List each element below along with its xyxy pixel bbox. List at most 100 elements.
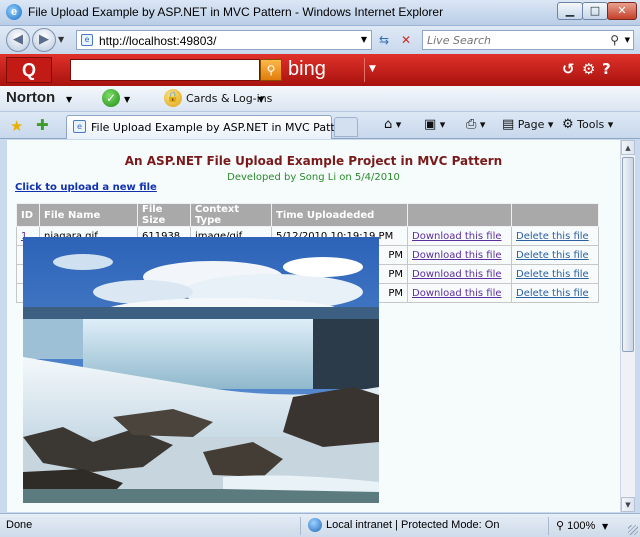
zoom-magnifier-icon: ⚲ [556, 520, 565, 532]
page-menu[interactable]: ▤ Page ▾ [502, 117, 553, 132]
live-search-box[interactable]: ⚲ ▼ [422, 30, 634, 50]
url-text[interactable]: http://localhost:49803/ [99, 34, 216, 48]
column-header-file-name: File Name [39, 203, 138, 227]
url-dropdown-icon[interactable]: ▼ [361, 35, 367, 44]
bing-search-input[interactable] [70, 59, 260, 81]
page-content: An ASP.NET File Upload Example Project i… [7, 140, 620, 512]
norton-dropdown-icon[interactable]: ▼ [66, 95, 72, 104]
home-icon: ⌂ [384, 117, 393, 132]
q-logo-icon[interactable]: Q [6, 57, 52, 83]
back-history-icon[interactable]: ↺ [562, 60, 575, 78]
delete-file-link[interactable]: Delete this file [516, 288, 589, 299]
scroll-down-arrow-icon[interactable]: ▼ [621, 497, 635, 512]
back-arrow-icon: ◀ [13, 32, 23, 47]
recent-pages-dropdown[interactable]: ▼ [58, 35, 64, 44]
download-file-link[interactable]: Download this file [412, 288, 502, 299]
resize-grip-icon[interactable] [628, 525, 638, 535]
bing-logo: bing [288, 58, 326, 80]
forward-button[interactable]: ▶ [32, 28, 56, 52]
address-bar: ◀ ▶ ▼ e http://localhost:49803/ ▼ ⇆ ✕ ⚲ … [0, 26, 640, 54]
tools-menu-label: Tools [577, 118, 605, 131]
cell-delete: Delete this file [511, 283, 599, 303]
tab-bar: ★ ✚ e File Upload Example by ASP.NET in … [0, 112, 640, 139]
column-header-file-size: File Size [137, 203, 191, 227]
status-bar: Done Local intranet | Protected Mode: On… [0, 513, 640, 537]
cell-delete: Delete this file [511, 245, 599, 265]
refresh-button[interactable]: ⇆ [374, 31, 394, 49]
back-button[interactable]: ◀ [6, 28, 30, 52]
download-file-link[interactable]: Download this file [412, 250, 502, 261]
stop-button[interactable]: ✕ [396, 31, 416, 49]
refresh-icon: ⇆ [378, 33, 390, 47]
cards-dropdown-icon[interactable]: ▼ [258, 95, 264, 104]
search-icon: ⚲ [266, 63, 276, 77]
cell-download: Download this file [407, 245, 512, 265]
page-icon: e [73, 120, 86, 133]
column-header-time-uploaded: Time Uploadeded [271, 203, 408, 227]
bing-toolbar: Q ⚲ bing ▼ ↺ ⚙ ? [0, 54, 640, 86]
print-button[interactable]: ⎙ ▾ [466, 117, 485, 132]
status-separator [300, 517, 301, 535]
column-header-download [407, 203, 512, 227]
favorites-star-icon[interactable]: ★ [10, 117, 23, 135]
download-file-link[interactable]: Download this file [412, 231, 502, 242]
search-options-dropdown[interactable]: ▼ [625, 36, 630, 44]
gear-icon: ⚙ [562, 117, 574, 132]
feeds-button[interactable]: ▣ ▾ [424, 117, 445, 132]
new-tab-button[interactable] [334, 117, 358, 137]
delete-file-link[interactable]: Delete this file [516, 250, 589, 261]
window-frame-left [0, 139, 7, 513]
delete-file-link[interactable]: Delete this file [516, 231, 589, 242]
cell-delete: Delete this file [511, 264, 599, 284]
norton-toolbar: Norton ▼ ✓ ▼ 🔒 Cards & Log-ins ▼ [0, 86, 640, 112]
upload-new-file-link[interactable]: Click to upload a new file [15, 182, 157, 193]
add-favorites-icon[interactable]: ✚ [36, 116, 49, 134]
vertical-scrollbar[interactable]: ▲ ▼ [620, 140, 635, 512]
close-button[interactable]: ✕ [607, 2, 637, 20]
home-button[interactable]: ⌂ ▾ [384, 117, 401, 132]
maximize-button[interactable]: □ [582, 2, 608, 20]
status-text: Done [6, 519, 33, 531]
cell-delete: Delete this file [511, 226, 599, 246]
stop-icon: ✕ [400, 33, 412, 47]
safe-web-dropdown-icon[interactable]: ▼ [124, 95, 130, 104]
tools-menu[interactable]: ⚙ Tools ▾ [562, 117, 613, 132]
bing-search-button[interactable]: ⚲ [260, 59, 282, 81]
search-input[interactable] [427, 33, 597, 48]
page-icon: e [81, 34, 93, 46]
niagara-image-preview [23, 237, 379, 503]
internet-explorer-icon: e [6, 4, 22, 20]
waterfall-photo [23, 237, 379, 503]
url-field[interactable]: e http://localhost:49803/ ▼ [76, 30, 372, 50]
gear-icon[interactable]: ⚙ [582, 60, 595, 78]
table-header-row: ID File Name File Size Context Type Time… [16, 203, 599, 227]
cell-download: Download this file [407, 264, 512, 284]
title-bar: e File Upload Example by ASP.NET in MVC … [0, 0, 640, 26]
bing-options-dropdown[interactable]: ▼ [364, 58, 380, 82]
window-title: File Upload Example by ASP.NET in MVC Pa… [28, 5, 444, 19]
cell-download: Download this file [407, 226, 512, 246]
rss-feed-icon: ▣ [424, 117, 437, 132]
security-zone-text[interactable]: Local intranet | Protected Mode: On [326, 519, 499, 531]
norton-menu[interactable]: Norton [6, 89, 55, 106]
zoom-level[interactable]: ⚲ 100% [556, 519, 595, 532]
tab-file-upload-example[interactable]: e File Upload Example by ASP.NET in MVC … [66, 115, 353, 139]
download-file-link[interactable]: Download this file [412, 269, 502, 280]
safe-web-check-icon[interactable]: ✓ [102, 89, 120, 107]
delete-file-link[interactable]: Delete this file [516, 269, 589, 280]
help-icon[interactable]: ? [602, 60, 611, 78]
zoom-value: 100% [567, 520, 596, 532]
scrollbar-thumb[interactable] [622, 157, 634, 352]
minimize-button[interactable]: ▁ [557, 2, 583, 20]
page-title: An ASP.NET File Upload Example Project i… [124, 154, 503, 168]
tab-label: File Upload Example by ASP.NET in MVC Pa… [91, 121, 353, 134]
intranet-globe-icon [308, 518, 322, 532]
search-icon[interactable]: ⚲ [610, 33, 619, 47]
lock-icon: 🔒 [164, 89, 182, 107]
printer-icon: ⎙ [466, 117, 477, 132]
zoom-dropdown-icon[interactable]: ▼ [602, 522, 608, 531]
page-menu-label: Page [517, 118, 545, 131]
column-header-id: ID [16, 203, 40, 227]
forward-arrow-icon: ▶ [39, 32, 49, 47]
scroll-up-arrow-icon[interactable]: ▲ [621, 140, 635, 155]
